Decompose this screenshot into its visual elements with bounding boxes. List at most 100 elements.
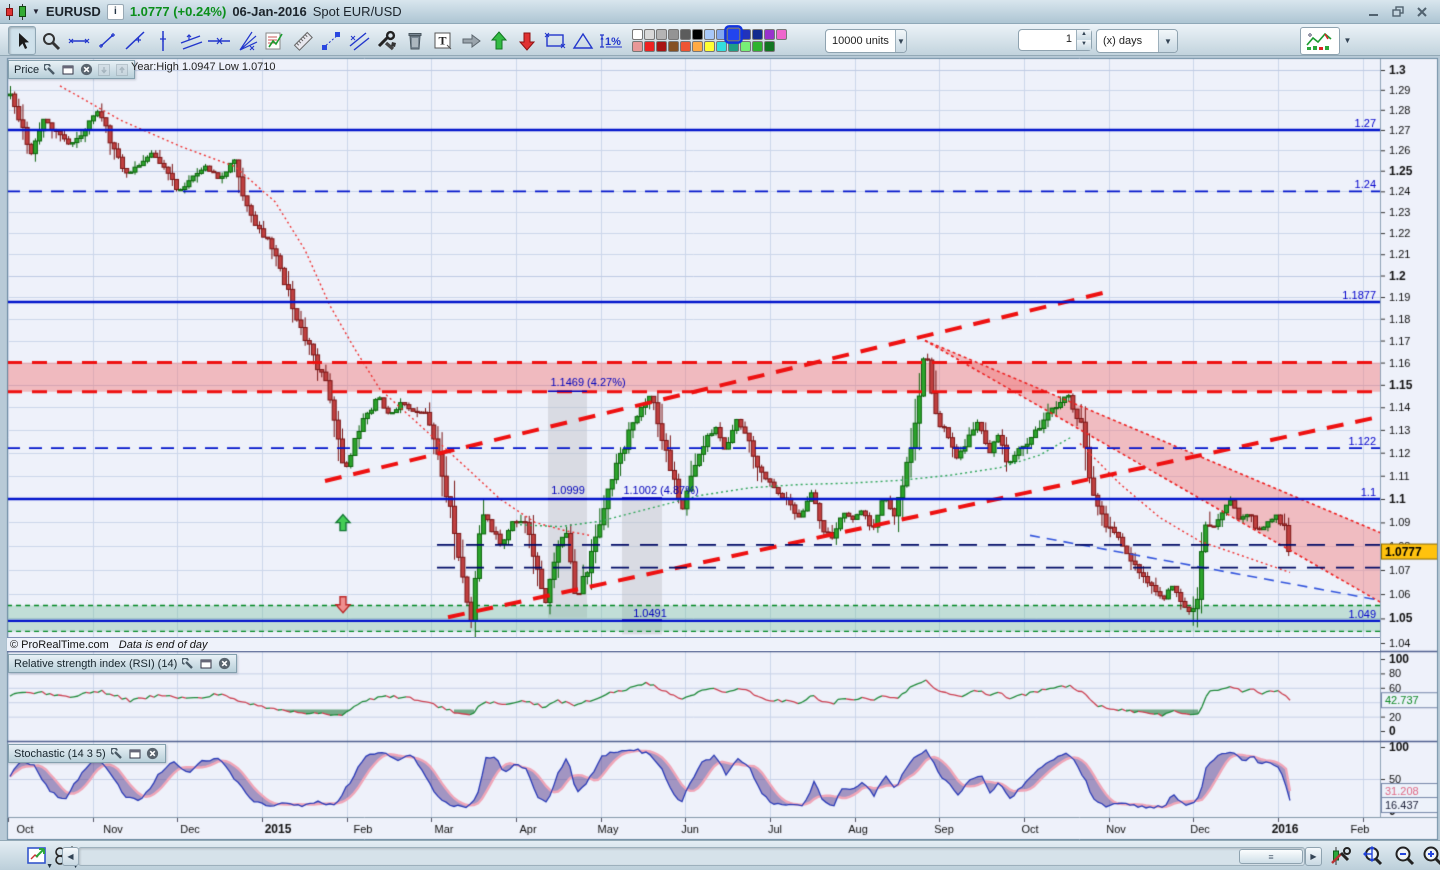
bars-spinner[interactable]: 1 ▲ ▼ xyxy=(1018,29,1092,51)
symbol-dropdown-arrow[interactable]: ▼ xyxy=(32,7,40,16)
ruler-tool-icon[interactable] xyxy=(290,27,316,54)
units-select[interactable]: 10000 units ▼ xyxy=(825,29,907,53)
color-swatch[interactable] xyxy=(644,41,655,52)
period-select[interactable]: (x) days ▼ xyxy=(1096,29,1178,53)
color-swatch[interactable] xyxy=(668,41,679,52)
price-panel-header: Price xyxy=(8,60,136,79)
chart-style-control: ▼ xyxy=(1300,27,1355,55)
color-swatch[interactable] xyxy=(632,41,643,52)
color-swatch[interactable] xyxy=(716,29,727,40)
info-icon[interactable]: i xyxy=(106,3,124,20)
channel-tool-icon[interactable] xyxy=(178,27,204,54)
color-swatch[interactable] xyxy=(752,41,763,52)
svg-text:1%: 1% xyxy=(605,36,621,48)
fibonacci-dots-tool-icon[interactable] xyxy=(318,27,344,54)
close-icon[interactable] xyxy=(217,657,231,670)
chart-settings-button[interactable] xyxy=(1328,844,1352,868)
last-price: 1.0777 (+0.24%) xyxy=(129,4,227,19)
cursor-tool-icon[interactable] xyxy=(8,26,36,55)
units-dropdown-arrow[interactable]: ▼ xyxy=(894,30,906,52)
close-icon[interactable] xyxy=(1414,5,1430,19)
window-icon[interactable] xyxy=(128,747,142,760)
color-swatch[interactable] xyxy=(740,29,751,40)
trendline-long-tool-icon[interactable] xyxy=(122,27,148,54)
share-chart-button[interactable]: ▼ xyxy=(26,844,53,870)
scroll-right-button[interactable]: ▶ xyxy=(1305,847,1322,866)
color-palette xyxy=(632,25,787,52)
window-icon[interactable] xyxy=(199,657,213,670)
fan-lines-tool-icon[interactable] xyxy=(234,27,260,54)
color-swatch[interactable] xyxy=(692,41,703,52)
color-swatch[interactable] xyxy=(644,29,655,40)
color-swatch[interactable] xyxy=(716,41,727,52)
red-candle-icon xyxy=(6,3,13,20)
chart-style-button[interactable] xyxy=(1300,27,1340,55)
zoom-out-button[interactable] xyxy=(1392,844,1416,868)
horizontal-segment-tool-icon[interactable] xyxy=(66,27,92,54)
parallel-lines-tool-icon[interactable] xyxy=(346,27,372,54)
chart-canvas[interactable] xyxy=(0,56,1440,840)
color-swatch[interactable] xyxy=(728,41,739,52)
wrench-icon[interactable] xyxy=(43,63,57,76)
drawing-toolbar: T 1% 10000 units ▼ 1 ▲ ▼ (x) days ▼ ▼ xyxy=(0,24,1440,56)
scrollbar-thumb[interactable]: ≡ xyxy=(1239,849,1303,864)
color-swatch[interactable] xyxy=(680,29,691,40)
color-swatch[interactable] xyxy=(632,29,643,40)
color-swatch[interactable] xyxy=(764,29,775,40)
vertical-line-tool-icon[interactable] xyxy=(150,27,176,54)
spinner-up-icon[interactable]: ▲ xyxy=(1077,30,1091,40)
zoom-fit-button[interactable] xyxy=(1360,844,1384,868)
color-swatch[interactable] xyxy=(656,41,667,52)
triangle-tool-icon[interactable] xyxy=(570,27,596,54)
close-icon[interactable] xyxy=(79,63,93,76)
arrow-up-icon[interactable] xyxy=(486,27,512,54)
symbol-label[interactable]: EURUSD xyxy=(46,4,101,19)
percent-measure-tool-icon[interactable]: 1% xyxy=(598,27,624,54)
tool-buttons: T 1% xyxy=(8,25,787,55)
chart-style-dropdown-arrow[interactable]: ▼ xyxy=(1340,27,1355,53)
color-swatch[interactable] xyxy=(776,29,787,40)
trash-icon[interactable] xyxy=(402,27,428,54)
period-dropdown-arrow[interactable]: ▼ xyxy=(1158,30,1177,52)
data-note: Data is end of day xyxy=(118,638,208,651)
move-down-icon[interactable] xyxy=(97,63,111,76)
zoom-tool-icon[interactable] xyxy=(38,27,64,54)
trendline-short-tool-icon[interactable] xyxy=(94,27,120,54)
color-swatch[interactable] xyxy=(740,41,751,52)
move-up-icon[interactable] xyxy=(115,63,129,76)
market-label: Spot EUR/USD xyxy=(312,4,402,19)
arrow-down-icon[interactable] xyxy=(514,27,540,54)
bars-value: 1 xyxy=(1065,33,1072,45)
zoom-in-button[interactable] xyxy=(1420,844,1440,868)
quote-date: 06-Jan-2016 xyxy=(232,4,307,19)
spinner-down-icon[interactable]: ▼ xyxy=(1077,40,1091,50)
color-swatch[interactable] xyxy=(724,25,743,44)
spinner-arrows[interactable]: ▲ ▼ xyxy=(1076,30,1091,50)
text-tool-icon[interactable]: T xyxy=(430,27,456,54)
close-icon[interactable] xyxy=(146,747,160,760)
wrench-icon[interactable] xyxy=(110,747,124,760)
color-swatch[interactable] xyxy=(680,41,691,52)
color-swatch[interactable] xyxy=(704,29,715,40)
scroll-left-button[interactable]: ◀ xyxy=(62,847,79,866)
indicator-tool-icon[interactable] xyxy=(262,27,288,54)
window-icon[interactable] xyxy=(61,63,75,76)
horizontal-line-tool-icon[interactable] xyxy=(206,27,232,54)
rectangle-tool-icon[interactable] xyxy=(542,27,568,54)
restore-button[interactable] xyxy=(1390,5,1406,19)
rsi-panel-header: Relative strength index (RSI) (14) xyxy=(8,654,238,673)
copyright-bar: © ProRealTime.com Data is end of day xyxy=(7,637,1380,651)
color-swatch[interactable] xyxy=(704,41,715,52)
rsi-panel-title: Relative strength index (RSI) (14) xyxy=(14,657,178,670)
arrow-right-icon[interactable] xyxy=(458,27,484,54)
color-swatch[interactable] xyxy=(656,29,667,40)
window-controls xyxy=(1366,5,1434,19)
color-swatch[interactable] xyxy=(692,29,703,40)
tools-settings-icon[interactable] xyxy=(374,27,400,54)
wrench-icon[interactable] xyxy=(181,657,195,670)
minimize-button[interactable] xyxy=(1366,5,1382,19)
color-swatch[interactable] xyxy=(764,41,775,52)
color-swatch[interactable] xyxy=(752,29,763,40)
scrollbar-track[interactable]: ≡ xyxy=(78,847,1305,866)
color-swatch[interactable] xyxy=(668,29,679,40)
